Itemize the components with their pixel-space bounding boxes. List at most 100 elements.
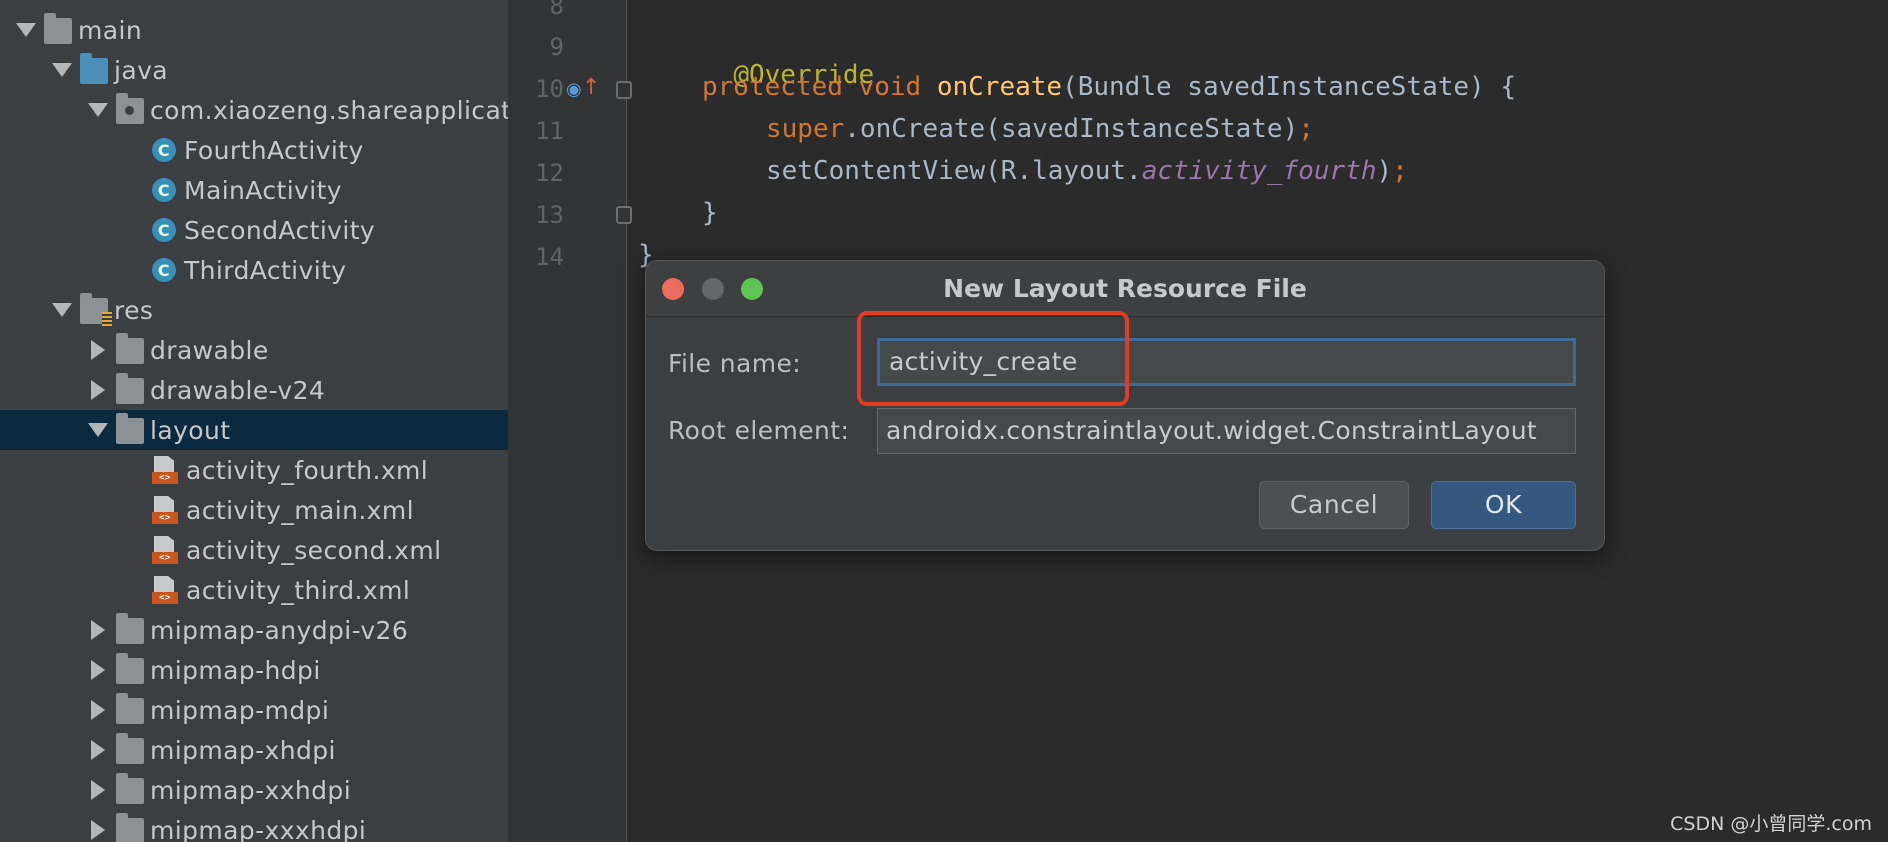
tree-item-label: main: [78, 15, 143, 45]
tree-item-activity-fourth-xml[interactable]: activity_fourth.xml: [0, 450, 508, 490]
code-line-12[interactable]: setContentView(R.layout.activity_fourth)…: [766, 156, 1408, 186]
expanded-arrow-icon[interactable]: [50, 58, 74, 82]
project-tree-panel: main java com.xiaozeng.shareapplication C Fo…: [0, 0, 508, 842]
tree-item-label: mipmap-anydpi-v26: [150, 615, 409, 645]
tree-item-label: mipmap-xxhdpi: [150, 775, 352, 805]
line-number: 13: [535, 201, 564, 229]
collapsed-arrow-icon[interactable]: [86, 338, 110, 362]
collapsed-arrow-icon[interactable]: [86, 778, 110, 802]
tree-item-label: mipmap-xxxhdpi: [150, 815, 367, 842]
collapsed-arrow-icon[interactable]: [86, 658, 110, 682]
tree-item-drawable-v24[interactable]: drawable-v24: [0, 370, 508, 410]
folder-icon: [116, 813, 144, 842]
folder-icon: [116, 733, 144, 764]
folder-icon: [116, 693, 144, 724]
tree-item-mipmap-xxxhdpi[interactable]: mipmap-xxxhdpi: [0, 810, 508, 842]
tree-item-label: activity_second.xml: [186, 535, 442, 565]
cancel-button[interactable]: Cancel: [1259, 481, 1409, 529]
fold-marker-icon[interactable]: [616, 81, 632, 99]
tree-item-drawable[interactable]: drawable: [0, 330, 508, 370]
tree-item-label: mipmap-hdpi: [150, 655, 321, 685]
expanded-arrow-icon[interactable]: [50, 298, 74, 322]
expanded-arrow-icon[interactable]: [86, 98, 110, 122]
root-element-input[interactable]: androidx.constraintlayout.widget.Constra…: [877, 408, 1576, 454]
root-element-label: Root element:: [668, 416, 850, 445]
expanded-arrow-icon[interactable]: [86, 418, 110, 442]
xml-file-icon: [152, 456, 178, 484]
semicolon-token: ;: [1298, 114, 1314, 144]
line-number: 12: [535, 159, 564, 187]
tree-item-label: FourthActivity: [184, 135, 364, 165]
tree-item-thirdactivity[interactable]: C ThirdActivity: [0, 250, 508, 290]
tree-item-mipmap-xxhdpi[interactable]: mipmap-xxhdpi: [0, 770, 508, 810]
class-icon: C: [152, 258, 176, 282]
tree-item-res[interactable]: res: [0, 290, 508, 330]
tree-item-mipmap-mdpi[interactable]: mipmap-mdpi: [0, 690, 508, 730]
tree-item-activity-main-xml[interactable]: activity_main.xml: [0, 490, 508, 530]
tree-item-mipmap-anydpi-v26[interactable]: mipmap-anydpi-v26: [0, 610, 508, 650]
tree-item-main[interactable]: main: [0, 10, 508, 50]
tree-item-com-xiaozeng-shareapplication[interactable]: com.xiaozeng.shareapplication: [0, 90, 508, 130]
call-token: setContentView(R.layout.: [766, 156, 1142, 186]
tree-item-fourthactivity[interactable]: C FourthActivity: [0, 130, 508, 170]
tree-item-mipmap-hdpi[interactable]: mipmap-hdpi: [0, 650, 508, 690]
line-number: 14: [535, 243, 564, 271]
folder-icon: [116, 373, 144, 404]
tree-item-layout[interactable]: layout: [0, 410, 508, 450]
xml-file-icon: [152, 536, 178, 564]
code-line-10[interactable]: protected void onCreate(Bundle savedInst…: [702, 72, 1516, 102]
params-token: (Bundle savedInstanceState) {: [1062, 72, 1517, 102]
class-icon: C: [152, 138, 176, 162]
collapsed-arrow-icon[interactable]: [86, 818, 110, 842]
tree-item-label: mipmap-xhdpi: [150, 735, 336, 765]
code-line-11[interactable]: super.onCreate(savedInstanceState);: [766, 114, 1314, 144]
res-folder-icon: [80, 293, 112, 326]
line-number: 11: [535, 117, 564, 145]
folder-icon: [116, 333, 144, 364]
tree-item-label: SecondActivity: [184, 215, 376, 245]
folder-icon: [44, 13, 72, 44]
tree-item-activity-third-xml[interactable]: activity_third.xml: [0, 570, 508, 610]
code-line-13[interactable]: }: [702, 198, 718, 228]
tree-item-mipmap-xhdpi[interactable]: mipmap-xhdpi: [0, 730, 508, 770]
tree-item-label: activity_fourth.xml: [186, 455, 429, 485]
java-folder-icon: [80, 53, 108, 84]
collapsed-arrow-icon[interactable]: [86, 698, 110, 722]
field-token: activity_fourth: [1141, 156, 1377, 186]
watermark: CSDN @小曾同学.com: [1670, 813, 1872, 835]
call-token: .onCreate(savedInstanceState): [844, 114, 1299, 144]
tree-item-label: res: [114, 295, 154, 325]
semicolon-token: ;: [1392, 156, 1408, 186]
tree-item-label: drawable-v24: [150, 375, 326, 405]
line-number: 10: [535, 75, 564, 103]
tree-item-label: java: [114, 55, 168, 85]
tree-item-mainactivity[interactable]: C MainActivity: [0, 170, 508, 210]
tree-item-label: MainActivity: [184, 175, 342, 205]
collapsed-arrow-icon[interactable]: [86, 378, 110, 402]
keyword-token: protected: [702, 72, 843, 102]
folder-icon: [116, 613, 144, 644]
fold-marker-icon[interactable]: [616, 206, 632, 224]
method-name-token: onCreate: [936, 72, 1063, 102]
dialog-title: New Layout Resource File: [943, 274, 1307, 303]
xml-file-icon: [152, 576, 178, 604]
collapsed-arrow-icon[interactable]: [86, 738, 110, 762]
folder-icon: [116, 773, 144, 804]
keyword-token: void: [858, 72, 922, 102]
tree-item-label: drawable: [150, 335, 269, 365]
file-name-input[interactable]: activity_create: [877, 338, 1576, 386]
tree-item-secondactivity[interactable]: C SecondActivity: [0, 210, 508, 250]
dialog-titlebar[interactable]: New Layout Resource File: [646, 261, 1604, 317]
tree-item-label: activity_third.xml: [186, 575, 411, 605]
file-name-label: File name:: [668, 349, 802, 378]
ok-button[interactable]: OK: [1431, 481, 1576, 529]
new-layout-resource-dialog: New Layout Resource File File name: acti…: [645, 260, 1605, 551]
paren-token: ): [1376, 156, 1393, 186]
tree-item-activity-second-xml[interactable]: activity_second.xml: [0, 530, 508, 570]
tree-item-java[interactable]: java: [0, 50, 508, 90]
line-number: 8: [549, 0, 564, 20]
expanded-arrow-icon[interactable]: [14, 18, 38, 42]
line-number: 9: [549, 33, 564, 61]
collapsed-arrow-icon[interactable]: [86, 618, 110, 642]
tree-item-label: mipmap-mdpi: [150, 695, 330, 725]
